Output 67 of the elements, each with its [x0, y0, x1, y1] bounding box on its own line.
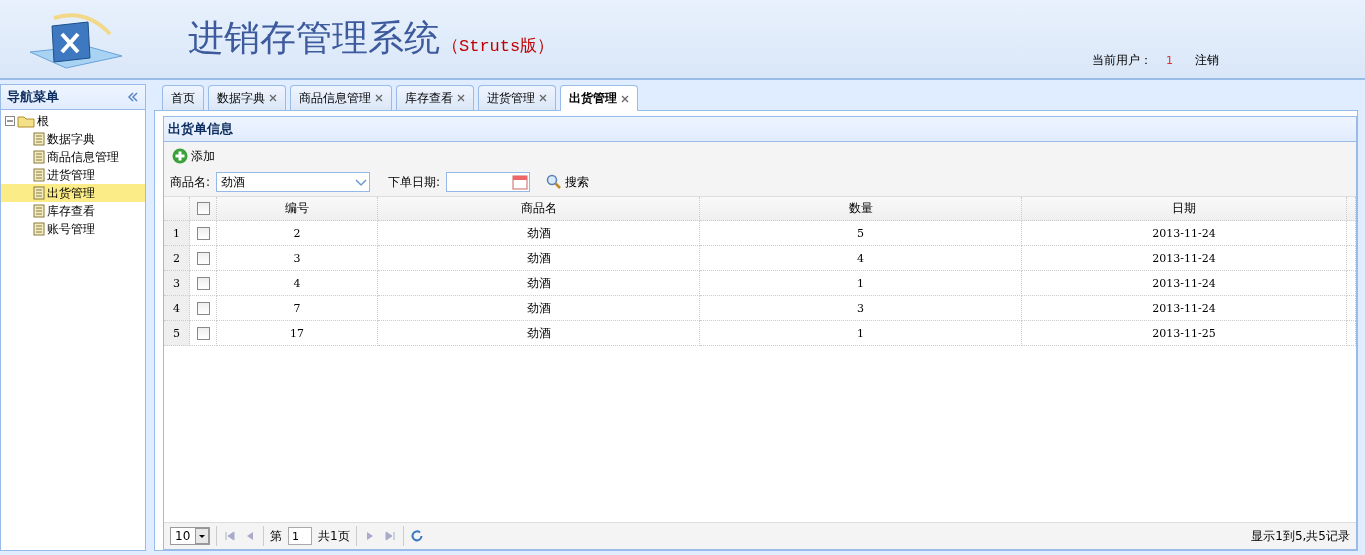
- app-title: 进销存管理系统: [188, 16, 440, 60]
- close-icon[interactable]: [457, 94, 465, 102]
- row-number: 3: [164, 271, 190, 296]
- row-number: 5: [164, 321, 190, 346]
- first-page-icon[interactable]: [223, 529, 237, 543]
- table-cell: 2013-11-25: [1022, 321, 1347, 346]
- page-total: 共1页: [318, 527, 350, 545]
- checkbox[interactable]: [196, 251, 210, 265]
- document-icon: [33, 132, 45, 146]
- tree-item[interactable]: 库存查看: [1, 202, 145, 220]
- tree-item[interactable]: 账号管理: [1, 220, 145, 238]
- calendar-icon: [512, 174, 529, 190]
- document-icon: [33, 186, 45, 200]
- row-number: 2: [164, 246, 190, 271]
- close-icon[interactable]: [375, 94, 383, 102]
- user-label: 当前用户：: [1092, 52, 1152, 69]
- document-icon: [33, 168, 45, 182]
- row-number: 1: [164, 221, 190, 246]
- tree-item[interactable]: 出货管理: [1, 184, 145, 202]
- tree-item[interactable]: 进货管理: [1, 166, 145, 184]
- checkbox[interactable]: [196, 326, 210, 340]
- document-icon: [33, 222, 45, 236]
- row-number: 4: [164, 296, 190, 321]
- close-icon[interactable]: [269, 94, 277, 102]
- tab[interactable]: 首页: [162, 85, 204, 110]
- logout-link[interactable]: 注销: [1187, 52, 1219, 69]
- document-icon: [33, 150, 45, 164]
- document-icon: [33, 204, 45, 218]
- folder-icon: [17, 114, 35, 128]
- page-label: 第: [270, 527, 282, 545]
- search-icon: [546, 174, 563, 190]
- refresh-icon[interactable]: [409, 529, 424, 543]
- tree-item[interactable]: 商品信息管理: [1, 148, 145, 166]
- close-icon[interactable]: [539, 94, 547, 102]
- date-field[interactable]: [446, 172, 531, 192]
- product-label: 商品名:: [170, 173, 211, 191]
- tab[interactable]: 商品信息管理: [290, 85, 392, 110]
- checkbox[interactable]: [196, 276, 210, 290]
- nav-title: 导航菜单: [7, 88, 59, 106]
- table-cell: 劲酒: [378, 321, 700, 346]
- collapse-icon[interactable]: [5, 116, 15, 126]
- last-page-icon[interactable]: [382, 529, 397, 543]
- tree-item[interactable]: 根: [1, 112, 145, 130]
- table-cell: 17: [217, 321, 378, 346]
- collapse-icon[interactable]: [127, 91, 139, 103]
- product-combo[interactable]: 劲酒: [216, 172, 371, 192]
- tree-item[interactable]: 数据字典: [1, 130, 145, 148]
- checkbox[interactable]: [196, 226, 210, 240]
- tab[interactable]: 数据字典: [208, 85, 286, 110]
- app-subtitle: （Struts版）: [442, 36, 555, 57]
- search-button[interactable]: 搜索: [544, 173, 592, 191]
- close-icon[interactable]: [621, 94, 629, 103]
- panel-title: 出货单信息: [168, 120, 233, 138]
- page-size-select[interactable]: 10: [170, 527, 210, 545]
- date-label: 下单日期:: [388, 173, 441, 191]
- caret-down-icon: [195, 528, 209, 544]
- tab[interactable]: 库存查看: [396, 85, 474, 110]
- user-name: 1: [1165, 54, 1174, 67]
- plus-icon: [172, 148, 188, 164]
- table-cell: 1: [700, 321, 1022, 346]
- checkbox[interactable]: [196, 202, 210, 215]
- page-field[interactable]: 1: [288, 527, 312, 545]
- checkbox[interactable]: [196, 301, 210, 315]
- tab[interactable]: 进货管理: [478, 85, 556, 110]
- tab[interactable]: 出货管理: [560, 85, 638, 111]
- add-button[interactable]: 添加: [170, 147, 217, 165]
- record-summary: 显示1到5,共5记录: [1251, 527, 1350, 545]
